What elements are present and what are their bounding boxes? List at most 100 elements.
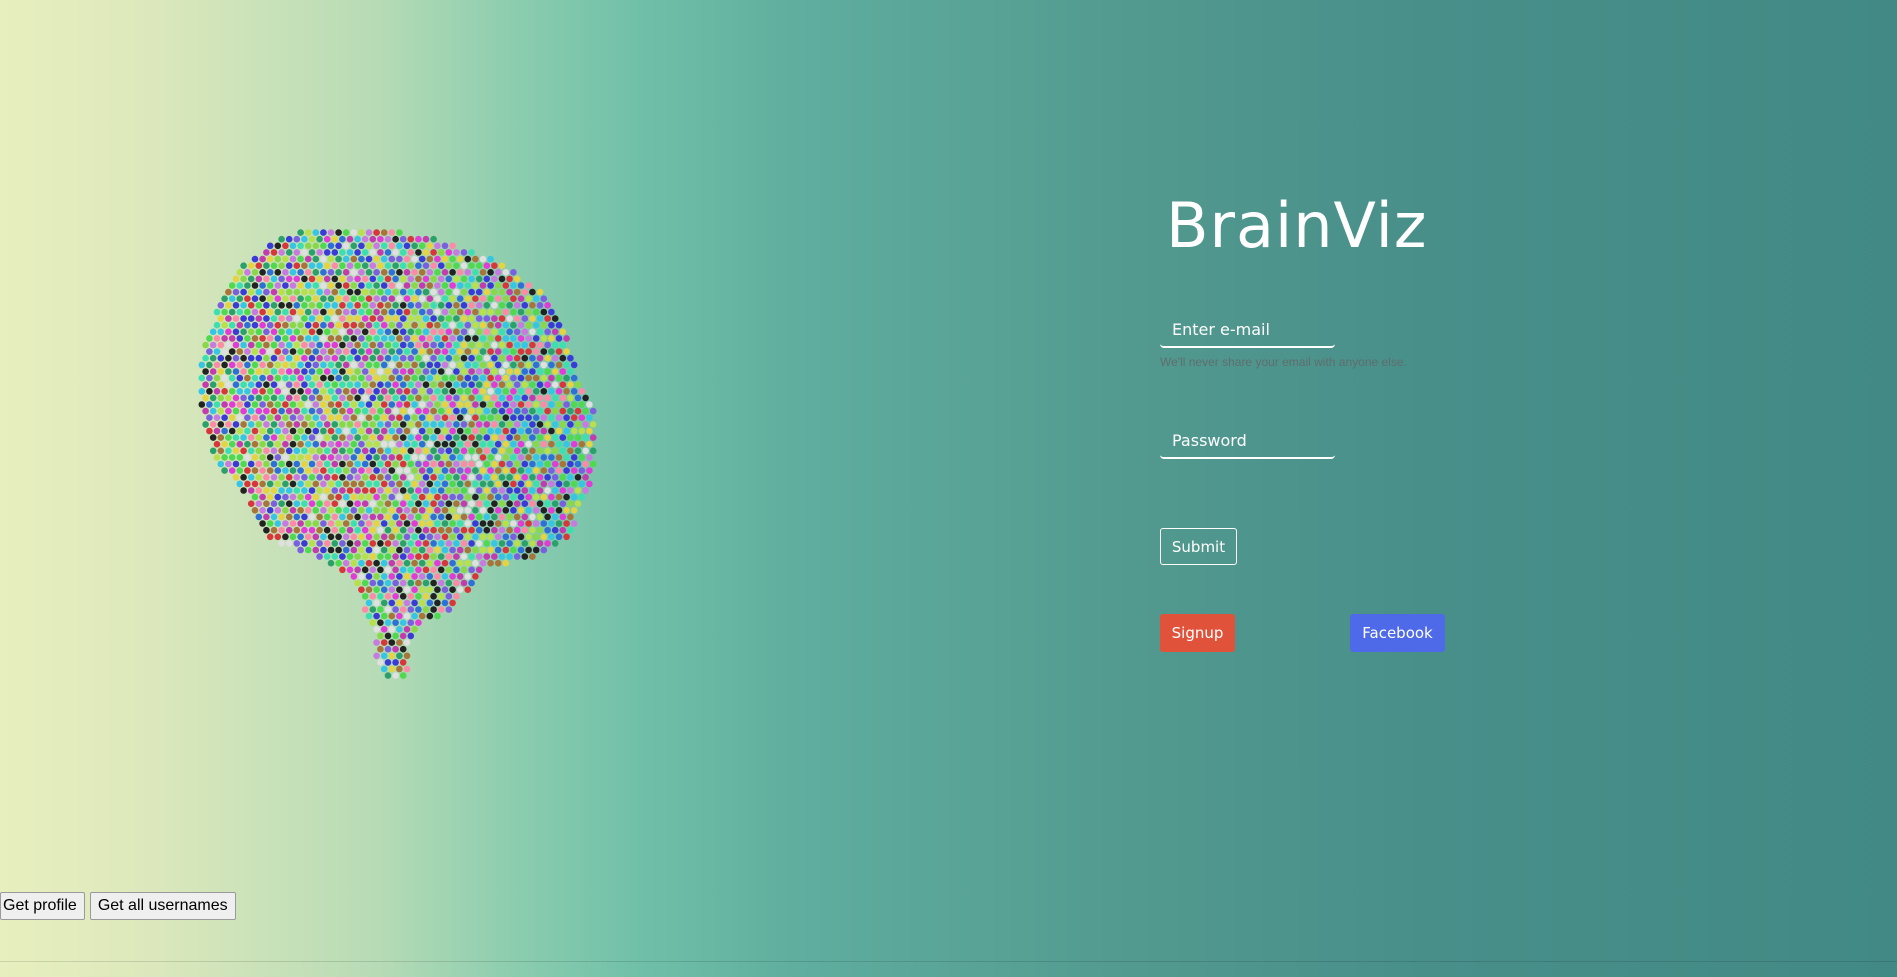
get-profile-button[interactable]: Get profile (0, 892, 85, 920)
brain-dot (342, 454, 350, 461)
facebook-button[interactable]: Facebook (1350, 614, 1445, 652)
brain-dot (441, 282, 449, 289)
brain-dot (411, 520, 418, 527)
brain-dot (217, 407, 225, 415)
brain-dot (339, 407, 346, 415)
brain-dot (426, 401, 434, 408)
brain-dot (415, 460, 422, 468)
brain-dot (278, 381, 285, 388)
submit-button[interactable]: Submit (1160, 528, 1237, 565)
password-input[interactable] (1160, 423, 1335, 457)
brain-dot (506, 354, 513, 362)
brain-dot (532, 546, 540, 554)
brain-dot (266, 414, 274, 421)
brain-dot (293, 394, 301, 402)
brain-dot (373, 388, 380, 395)
brain-dot (312, 374, 320, 382)
brain-dot (335, 374, 342, 382)
brain-dot (358, 348, 365, 355)
brain-dot (418, 335, 426, 342)
brain-dot (491, 474, 498, 481)
brain-dot (536, 540, 544, 547)
brain-dot (380, 255, 388, 263)
brain-dot (510, 427, 517, 435)
brain-dot (263, 500, 270, 508)
brain-dot (388, 269, 396, 276)
brain-dot (316, 460, 323, 468)
brain-dot (456, 440, 464, 448)
brain-dot (346, 434, 354, 441)
brain-dot (293, 341, 301, 349)
brain-dot (475, 434, 483, 441)
brain-dot (582, 447, 589, 455)
brain-dot (289, 507, 297, 514)
brain-dot (483, 275, 491, 283)
brain-dot (396, 493, 403, 501)
brain-dot (407, 407, 415, 415)
email-field[interactable] (1160, 312, 1335, 348)
brain-dot (468, 315, 475, 322)
brain-dot (384, 275, 392, 283)
brain-dot (388, 652, 396, 660)
brain-dot (453, 579, 460, 587)
brain-dot (403, 559, 411, 567)
brain-dot (464, 282, 472, 289)
brain-dot (418, 321, 426, 329)
brain-dot (494, 295, 502, 302)
brain-dot (384, 354, 392, 362)
brain-dot (380, 639, 388, 646)
brain-dot (483, 460, 491, 468)
brain-dot (483, 487, 491, 494)
brain-dot (407, 315, 415, 322)
brain-dot (494, 388, 502, 395)
brain-dot (282, 361, 289, 369)
brain-dot (449, 414, 456, 421)
brain-dot (464, 507, 472, 514)
brain-dot (430, 368, 437, 375)
brain-dot (468, 341, 475, 349)
password-field[interactable] (1160, 423, 1335, 459)
brain-dot (323, 460, 331, 468)
brain-dot (487, 295, 494, 302)
brain-dot (266, 388, 274, 395)
brain-dot (354, 447, 361, 455)
brain-dot (358, 361, 365, 369)
brain-dot (293, 354, 301, 362)
brain-dot (422, 354, 430, 362)
brain-dot (472, 533, 479, 541)
brain-dot (278, 526, 285, 534)
brain-dot (327, 269, 335, 276)
brain-dot (380, 599, 388, 607)
brain-dot (369, 526, 377, 534)
brain-dot (403, 242, 411, 250)
brain-dot (487, 321, 494, 329)
brain-dot (525, 401, 532, 408)
brain-dot (289, 414, 297, 421)
brain-dot (434, 599, 441, 607)
brain-dot (399, 487, 407, 494)
brain-dot (475, 566, 483, 574)
brain-dot (449, 335, 456, 342)
brain-dot (259, 348, 266, 355)
brain-dot (263, 315, 270, 322)
brain-dot (361, 275, 369, 283)
brain-dot (536, 487, 544, 494)
brain-dot (422, 302, 430, 309)
brain-dot (449, 493, 456, 501)
brain-dot (380, 427, 388, 435)
brain-dot (418, 427, 426, 435)
brain-dot (483, 328, 491, 336)
brain-dot (479, 321, 487, 329)
brain-dot (266, 348, 274, 355)
brain-dot (399, 500, 407, 508)
brain-dot (373, 612, 380, 620)
signup-button[interactable]: Signup (1160, 614, 1235, 652)
brain-dot (327, 467, 335, 474)
brain-dot (498, 328, 506, 336)
get-all-usernames-button[interactable]: Get all usernames (89, 892, 236, 920)
brain-dot (472, 414, 479, 421)
brain-dot (346, 315, 354, 322)
brain-dot (555, 493, 563, 501)
brain-dot (426, 282, 434, 289)
email-input[interactable] (1160, 312, 1335, 346)
